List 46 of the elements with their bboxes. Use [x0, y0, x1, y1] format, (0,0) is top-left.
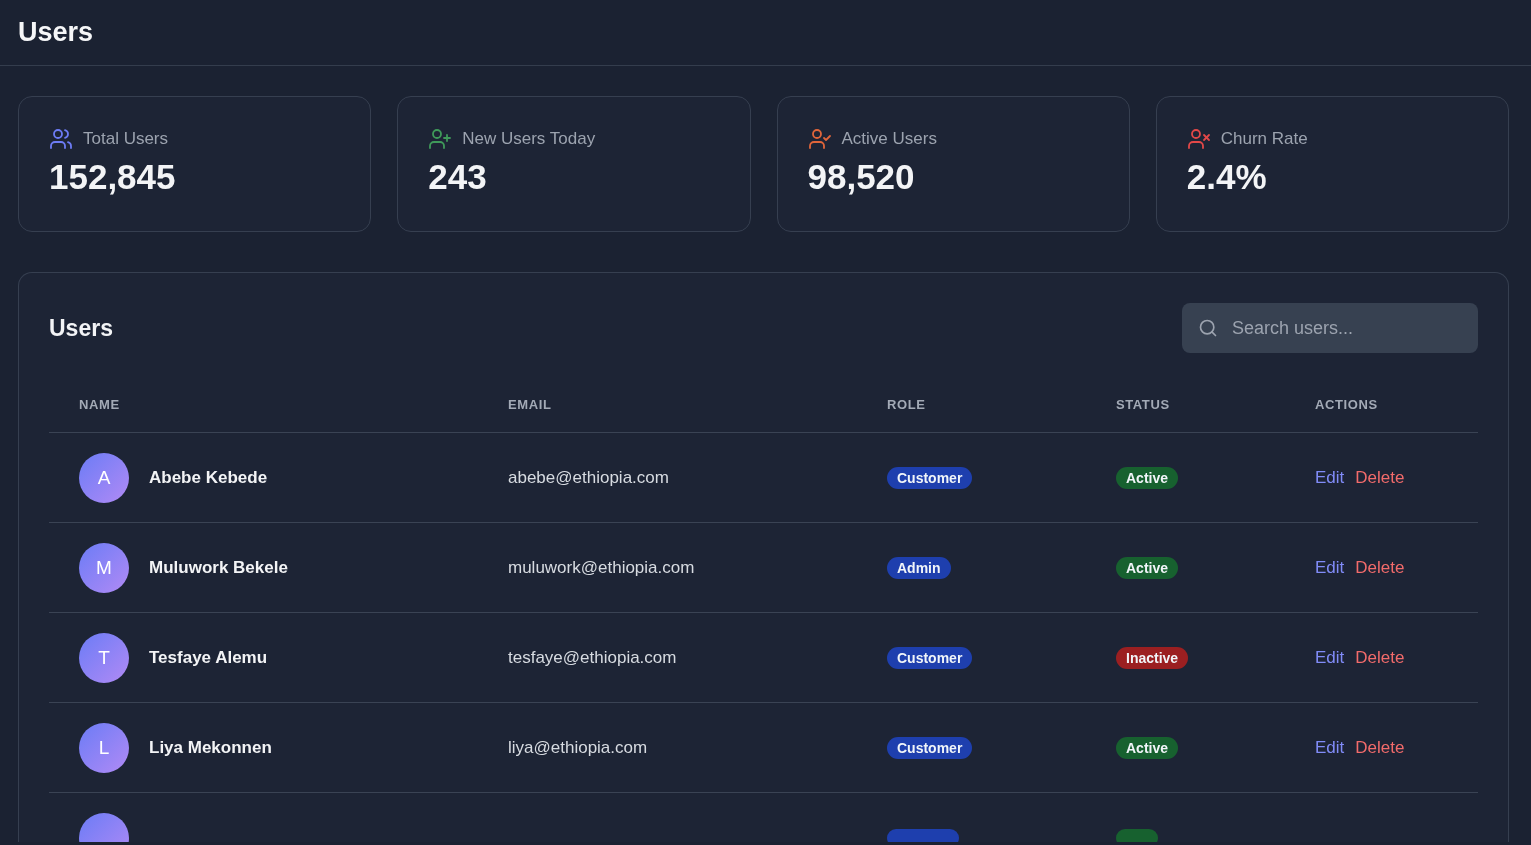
avatar: A — [79, 452, 129, 503]
status-badge: Active — [1116, 736, 1179, 759]
user-email: tesfaye@ethiopia.com — [508, 647, 677, 668]
avatar: M — [79, 542, 129, 593]
status-badge: Active — [1116, 466, 1179, 489]
edit-link[interactable]: Edit — [1315, 737, 1345, 758]
stat-label: New Users Today — [462, 129, 596, 149]
edit-link[interactable]: Edit — [1315, 647, 1345, 668]
user-name: Muluwork Bekele — [149, 557, 288, 578]
column-header: EMAIL — [507, 397, 553, 412]
stat-label: Active Users — [841, 129, 937, 149]
delete-link[interactable]: Delete — [1355, 467, 1405, 488]
column-header: ACTIONS — [1314, 397, 1379, 412]
panel-title: Users — [49, 314, 113, 342]
stat-value: 2.4% — [1186, 157, 1268, 197]
role-badge: Customer — [887, 646, 973, 669]
user-email: abebe@ethiopia.com — [508, 467, 669, 488]
user-email: liya@ethiopia.com — [508, 737, 648, 758]
stat-label: Total Users — [83, 129, 169, 149]
column-header: ROLE — [886, 397, 927, 412]
edit-link[interactable]: Edit — [1315, 467, 1345, 488]
stat-label: Churn Rate — [1220, 129, 1308, 149]
role-badge: Admin — [887, 556, 951, 579]
stat-value: 243 — [428, 157, 488, 197]
stat-value: 152,845 — [49, 157, 177, 197]
avatar: L — [79, 722, 129, 773]
role-badge: Customer — [887, 736, 973, 759]
delete-link[interactable]: Delete — [1355, 737, 1405, 758]
role-badge — [887, 828, 959, 842]
search-icon — [1198, 318, 1218, 338]
status-badge: Inactive — [1116, 646, 1189, 669]
search-field[interactable]: Search users... — [1182, 303, 1478, 353]
stat-value: 98,520 — [807, 157, 916, 197]
user-email: muluwork@ethiopia.com — [508, 557, 695, 578]
column-header: NAME — [78, 397, 121, 412]
role-badge: Customer — [887, 466, 973, 489]
column-header: STATUS — [1115, 397, 1171, 412]
page-title: Users — [18, 17, 94, 48]
user-name: Liya Mekonnen — [149, 737, 272, 758]
edit-link[interactable]: Edit — [1315, 557, 1345, 578]
user-name: Tesfaye Alemu — [149, 647, 268, 668]
delete-link[interactable]: Delete — [1355, 557, 1405, 578]
avatar: T — [79, 632, 129, 683]
delete-link[interactable]: Delete — [1355, 647, 1405, 668]
status-badge: Active — [1116, 556, 1179, 579]
user-name: Abebe Kebede — [149, 467, 268, 488]
